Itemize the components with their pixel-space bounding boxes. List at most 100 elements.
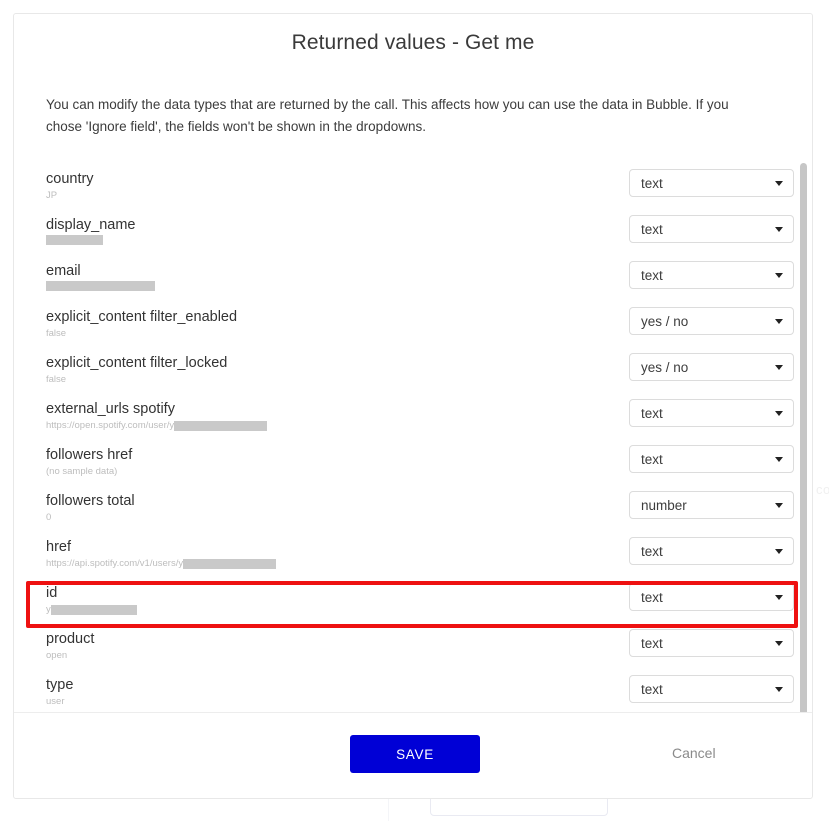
- field-info: email: [46, 261, 629, 291]
- redaction-block: [50, 604, 137, 615]
- field-type-select[interactable]: text: [629, 583, 794, 611]
- field-info: explicit_content filter_lockedfalse: [46, 353, 629, 386]
- chevron-down-icon: [775, 364, 783, 370]
- save-button[interactable]: SAVE: [350, 735, 480, 773]
- redaction-block: [183, 558, 277, 569]
- scrollbar-thumb[interactable]: [800, 163, 807, 712]
- field-sample-text: https://api.spotify.com/v1/users/y: [46, 558, 184, 569]
- field-sample-value: user: [46, 695, 629, 708]
- field-sample-value: [46, 281, 629, 291]
- field-sample-value: false: [46, 373, 629, 386]
- chevron-down-icon: [775, 594, 783, 600]
- field-type-select[interactable]: text: [629, 675, 794, 703]
- field-row: href https://api.spotify.com/v1/users/y te…: [14, 537, 812, 583]
- field-type-select[interactable]: text: [629, 399, 794, 427]
- intro-description: You can modify the data types that are r…: [46, 97, 729, 134]
- field-sample-text: false: [46, 328, 67, 339]
- field-info: type user: [46, 675, 629, 708]
- field-type-value: text: [641, 635, 663, 651]
- chevron-down-icon: [775, 180, 783, 186]
- field-type-value: text: [641, 175, 663, 191]
- field-sample-value: [46, 235, 629, 245]
- field-row: id y text: [14, 581, 812, 629]
- redaction-block: [46, 235, 103, 245]
- field-info: href https://api.spotify.com/v1/users/y: [46, 537, 629, 570]
- field-sample-value: false: [46, 327, 629, 340]
- field-name-label: explicit_content filter_locked: [46, 355, 228, 371]
- field-row: country JP text: [14, 169, 812, 215]
- field-type-select[interactable]: text: [629, 261, 794, 289]
- chevron-down-icon: [775, 318, 783, 324]
- chevron-down-icon: [775, 548, 783, 554]
- redaction-block: [174, 420, 268, 431]
- field-type-select[interactable]: yes / no: [629, 353, 794, 381]
- field-name-label: followers total: [46, 493, 135, 509]
- cancel-button[interactable]: Cancel: [666, 744, 722, 762]
- field-info: display_name: [46, 215, 629, 245]
- field-row: explicit_content filter_lockedfalse yes /…: [14, 353, 812, 399]
- chevron-down-icon: [775, 640, 783, 646]
- field-info: followers total 0: [46, 491, 629, 524]
- field-name-label: id: [46, 585, 58, 601]
- field-sample-value: y: [46, 603, 629, 616]
- field-name-label: href: [46, 539, 71, 555]
- field-sample-value: JP: [46, 189, 629, 202]
- field-type-select[interactable]: yes / no: [629, 307, 794, 335]
- field-type-select[interactable]: text: [629, 169, 794, 197]
- field-sample-value: (no sample data): [46, 465, 629, 478]
- field-sample-value: https://open.spotify.com/user/y: [46, 419, 629, 432]
- field-type-value: yes / no: [641, 359, 689, 375]
- field-row: type user text: [14, 675, 812, 712]
- field-name-label: display_name: [46, 217, 136, 233]
- field-name-label: followers href: [46, 447, 133, 463]
- returned-values-modal: Returned values - Get me You can modify …: [13, 13, 813, 799]
- chevron-down-icon: [775, 456, 783, 462]
- field-type-value: text: [641, 681, 663, 697]
- page-title: Returned values - Get me: [291, 31, 535, 54]
- field-type-value: text: [641, 589, 663, 605]
- field-type-select[interactable]: text: [629, 537, 794, 565]
- field-name-label: explicit_content filter_enabled: [46, 309, 238, 325]
- field-type-value: text: [641, 543, 663, 559]
- field-type-value: number: [641, 497, 687, 513]
- chevron-down-icon: [775, 410, 783, 416]
- field-type-value: text: [641, 267, 663, 283]
- field-sample-text: 0: [46, 512, 52, 523]
- field-sample-text: open: [46, 650, 68, 661]
- field-sample-value: open: [46, 649, 629, 662]
- chevron-down-icon: [775, 502, 783, 508]
- field-sample-value: 0: [46, 511, 629, 524]
- modal-footer: SAVE Cancel: [14, 712, 812, 798]
- field-row: email text: [14, 261, 812, 307]
- chevron-down-icon: [775, 226, 783, 232]
- field-name-label: external_urls spotify: [46, 401, 175, 417]
- field-type-value: text: [641, 221, 663, 237]
- field-type-value: text: [641, 451, 663, 467]
- scrollbar-track[interactable]: [800, 105, 810, 712]
- field-info: country JP: [46, 169, 629, 202]
- field-type-select[interactable]: text: [629, 445, 794, 473]
- field-sample-text: false: [46, 374, 67, 385]
- field-name-label: product: [46, 631, 95, 647]
- field-row: followers href (no sample data) text: [14, 445, 812, 491]
- field-type-value: yes / no: [641, 313, 689, 329]
- field-row: display_name text: [14, 215, 812, 261]
- field-row: product open text: [14, 629, 812, 675]
- field-name-label: email: [46, 263, 81, 279]
- field-type-select[interactable]: text: [629, 215, 794, 243]
- field-info: followers href (no sample data): [46, 445, 629, 478]
- field-row: explicit_content filter_enabledfalse yes …: [14, 307, 812, 353]
- field-info: explicit_content filter_enabledfalse: [46, 307, 629, 340]
- fields-list: country JP text display_name text email text ex…: [14, 157, 812, 712]
- field-type-value: text: [641, 405, 663, 421]
- field-type-select[interactable]: number: [629, 491, 794, 519]
- redaction-block: [46, 281, 155, 291]
- fields-scroll-region: country JP text display_name text email text ex…: [14, 157, 812, 712]
- field-type-select[interactable]: text: [629, 629, 794, 657]
- field-sample-text: (no sample data): [46, 466, 118, 477]
- field-info: external_urls spotify https://open.spotif…: [46, 399, 629, 432]
- field-row: followers total 0 number: [14, 491, 812, 537]
- modal-body: You can modify the data types that are r…: [14, 57, 812, 712]
- chevron-down-icon: [775, 686, 783, 692]
- field-name-label: country: [46, 171, 94, 187]
